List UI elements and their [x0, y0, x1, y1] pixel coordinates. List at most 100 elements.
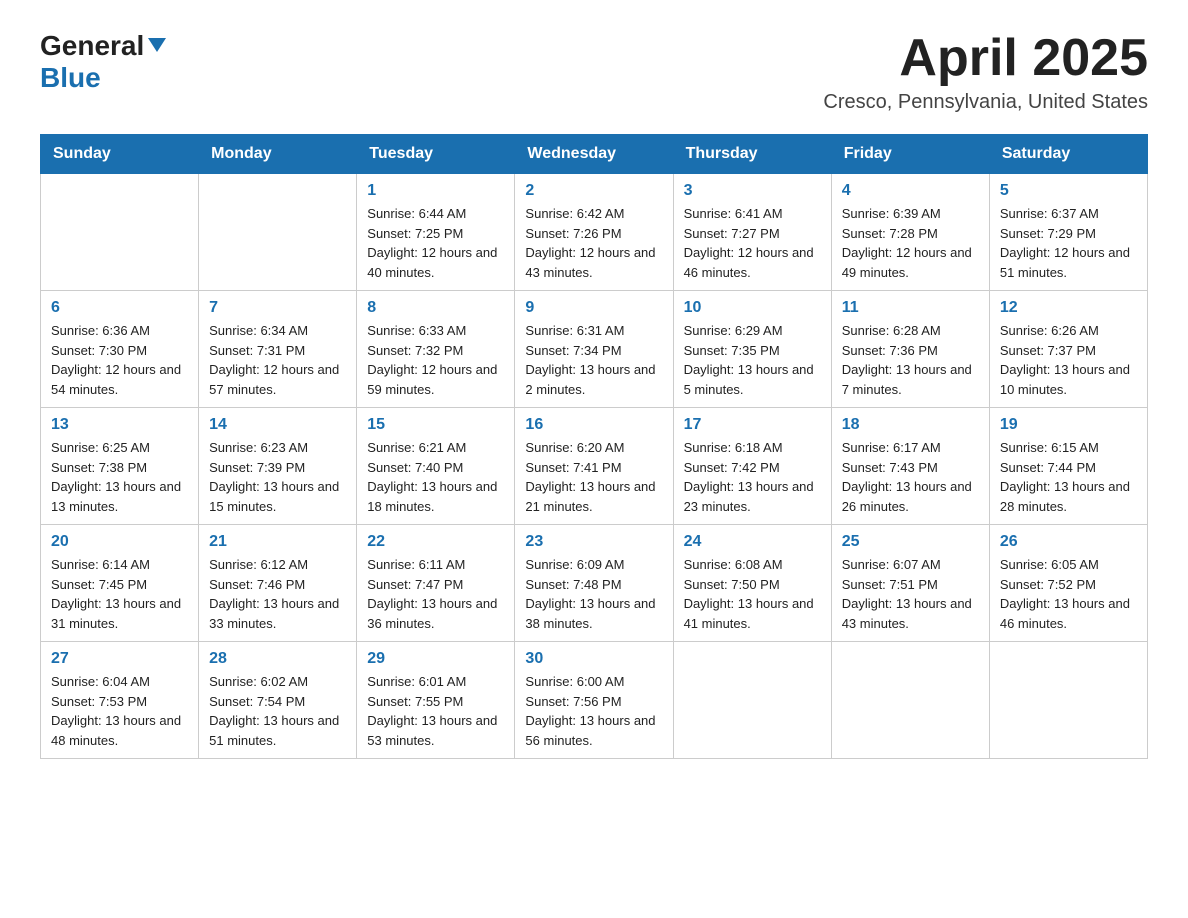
day-number: 27 [51, 650, 188, 668]
day-number: 14 [209, 416, 346, 434]
page-header: General Blue April 2025 Cresco, Pennsylv… [40, 30, 1148, 114]
day-info: Sunrise: 6:01 AMSunset: 7:55 PMDaylight:… [367, 672, 504, 750]
sunrise-text: Sunrise: 6:39 AM [842, 204, 979, 224]
day-info: Sunrise: 6:12 AMSunset: 7:46 PMDaylight:… [209, 555, 346, 633]
day-number: 4 [842, 182, 979, 200]
location-text: Cresco, Pennsylvania, United States [823, 91, 1148, 114]
daylight-text: Daylight: 12 hours and 43 minutes. [525, 243, 662, 282]
day-info: Sunrise: 6:28 AMSunset: 7:36 PMDaylight:… [842, 321, 979, 399]
day-info: Sunrise: 6:21 AMSunset: 7:40 PMDaylight:… [367, 438, 504, 516]
calendar-header-row: SundayMondayTuesdayWednesdayThursdayFrid… [41, 135, 1148, 174]
calendar-cell: 2 Sunrise: 6:42 AMSunset: 7:26 PMDaylight… [515, 174, 673, 291]
day-info: Sunrise: 6:41 AMSunset: 7:27 PMDaylight:… [684, 204, 821, 282]
day-info: Sunrise: 6:00 AMSunset: 7:56 PMDaylight:… [525, 672, 662, 750]
sunrise-text: Sunrise: 6:26 AM [1000, 321, 1137, 341]
day-number: 17 [684, 416, 821, 434]
calendar-cell: 17Sunrise: 6:18 AMSunset: 7:42 PMDayligh… [673, 408, 831, 525]
sunrise-text: Sunrise: 6:00 AM [525, 672, 662, 692]
sunrise-text: Sunrise: 6:12 AM [209, 555, 346, 575]
sunset-text: Sunset: 7:52 PM [1000, 575, 1137, 595]
day-number: 16 [525, 416, 662, 434]
sunset-text: Sunset: 7:54 PM [209, 692, 346, 712]
day-number: 12 [1000, 299, 1137, 317]
day-info: Sunrise: 6:42 AMSunset: 7:26 PMDaylight:… [525, 204, 662, 282]
sunset-text: Sunset: 7:37 PM [1000, 341, 1137, 361]
daylight-text: Daylight: 13 hours and 5 minutes. [684, 360, 821, 399]
sunset-text: Sunset: 7:45 PM [51, 575, 188, 595]
day-number: 2 [525, 182, 662, 200]
day-info: Sunrise: 6:17 AMSunset: 7:43 PMDaylight:… [842, 438, 979, 516]
calendar-cell [41, 174, 199, 291]
calendar-cell: 4 Sunrise: 6:39 AMSunset: 7:28 PMDaylight… [831, 174, 989, 291]
daylight-text: Daylight: 12 hours and 46 minutes. [684, 243, 821, 282]
day-info: Sunrise: 6:37 AMSunset: 7:29 PMDaylight:… [1000, 204, 1137, 282]
sunrise-text: Sunrise: 6:05 AM [1000, 555, 1137, 575]
sunset-text: Sunset: 7:30 PM [51, 341, 188, 361]
day-info: Sunrise: 6:26 AMSunset: 7:37 PMDaylight:… [1000, 321, 1137, 399]
daylight-text: Daylight: 13 hours and 41 minutes. [684, 594, 821, 633]
sunrise-text: Sunrise: 6:41 AM [684, 204, 821, 224]
day-number: 15 [367, 416, 504, 434]
day-info: Sunrise: 6:11 AMSunset: 7:47 PMDaylight:… [367, 555, 504, 633]
sunset-text: Sunset: 7:25 PM [367, 224, 504, 244]
calendar-table: SundayMondayTuesdayWednesdayThursdayFrid… [40, 134, 1148, 759]
day-number: 1 [367, 182, 504, 200]
daylight-text: Daylight: 13 hours and 10 minutes. [1000, 360, 1137, 399]
calendar-cell: 19Sunrise: 6:15 AMSunset: 7:44 PMDayligh… [989, 408, 1147, 525]
calendar-week-row: 6Sunrise: 6:36 AMSunset: 7:30 PMDaylight… [41, 291, 1148, 408]
daylight-text: Daylight: 12 hours and 57 minutes. [209, 360, 346, 399]
calendar-cell: 30 Sunrise: 6:00 AMSunset: 7:56 PMDayligh… [515, 642, 673, 759]
sunrise-text: Sunrise: 6:04 AM [51, 672, 188, 692]
sunrise-text: Sunrise: 6:42 AM [525, 204, 662, 224]
calendar-cell: 29Sunrise: 6:01 AMSunset: 7:55 PMDayligh… [357, 642, 515, 759]
sunset-text: Sunset: 7:28 PM [842, 224, 979, 244]
daylight-text: Daylight: 13 hours and 38 minutes. [525, 594, 662, 633]
calendar-cell: 3 Sunrise: 6:41 AMSunset: 7:27 PMDaylight… [673, 174, 831, 291]
day-number: 10 [684, 299, 821, 317]
sunset-text: Sunset: 7:44 PM [1000, 458, 1137, 478]
daylight-text: Daylight: 13 hours and 53 minutes. [367, 711, 504, 750]
calendar-header-sunday: Sunday [41, 135, 199, 174]
daylight-text: Daylight: 13 hours and 31 minutes. [51, 594, 188, 633]
daylight-text: Daylight: 13 hours and 21 minutes. [525, 477, 662, 516]
calendar-cell [831, 642, 989, 759]
sunset-text: Sunset: 7:35 PM [684, 341, 821, 361]
day-number: 20 [51, 533, 188, 551]
calendar-header-thursday: Thursday [673, 135, 831, 174]
daylight-text: Daylight: 12 hours and 49 minutes. [842, 243, 979, 282]
calendar-header-saturday: Saturday [989, 135, 1147, 174]
daylight-text: Daylight: 12 hours and 40 minutes. [367, 243, 504, 282]
calendar-cell: 10 Sunrise: 6:29 AMSunset: 7:35 PMDayligh… [673, 291, 831, 408]
logo-general-text: General [40, 30, 144, 62]
daylight-text: Daylight: 13 hours and 56 minutes. [525, 711, 662, 750]
day-info: Sunrise: 6:39 AMSunset: 7:28 PMDaylight:… [842, 204, 979, 282]
day-number: 3 [684, 182, 821, 200]
day-info: Sunrise: 6:29 AMSunset: 7:35 PMDaylight:… [684, 321, 821, 399]
month-title: April 2025 [823, 30, 1148, 87]
daylight-text: Daylight: 13 hours and 28 minutes. [1000, 477, 1137, 516]
sunset-text: Sunset: 7:31 PM [209, 341, 346, 361]
sunrise-text: Sunrise: 6:14 AM [51, 555, 188, 575]
day-info: Sunrise: 6:08 AMSunset: 7:50 PMDaylight:… [684, 555, 821, 633]
daylight-text: Daylight: 13 hours and 36 minutes. [367, 594, 504, 633]
sunset-text: Sunset: 7:32 PM [367, 341, 504, 361]
day-info: Sunrise: 6:23 AMSunset: 7:39 PMDaylight:… [209, 438, 346, 516]
day-number: 21 [209, 533, 346, 551]
day-info: Sunrise: 6:31 AMSunset: 7:34 PMDaylight:… [525, 321, 662, 399]
calendar-header-tuesday: Tuesday [357, 135, 515, 174]
calendar-cell: 28Sunrise: 6:02 AMSunset: 7:54 PMDayligh… [199, 642, 357, 759]
day-number: 28 [209, 650, 346, 668]
calendar-cell: 11Sunrise: 6:28 AMSunset: 7:36 PMDayligh… [831, 291, 989, 408]
day-number: 30 [525, 650, 662, 668]
logo-arrow-icon [148, 38, 166, 57]
daylight-text: Daylight: 13 hours and 13 minutes. [51, 477, 188, 516]
day-number: 19 [1000, 416, 1137, 434]
day-info: Sunrise: 6:09 AMSunset: 7:48 PMDaylight:… [525, 555, 662, 633]
sunrise-text: Sunrise: 6:28 AM [842, 321, 979, 341]
calendar-cell: 23Sunrise: 6:09 AMSunset: 7:48 PMDayligh… [515, 525, 673, 642]
sunset-text: Sunset: 7:48 PM [525, 575, 662, 595]
day-number: 8 [367, 299, 504, 317]
calendar-cell: 12 Sunrise: 6:26 AMSunset: 7:37 PMDayligh… [989, 291, 1147, 408]
calendar-week-row: 1Sunrise: 6:44 AMSunset: 7:25 PMDaylight… [41, 174, 1148, 291]
sunrise-text: Sunrise: 6:07 AM [842, 555, 979, 575]
